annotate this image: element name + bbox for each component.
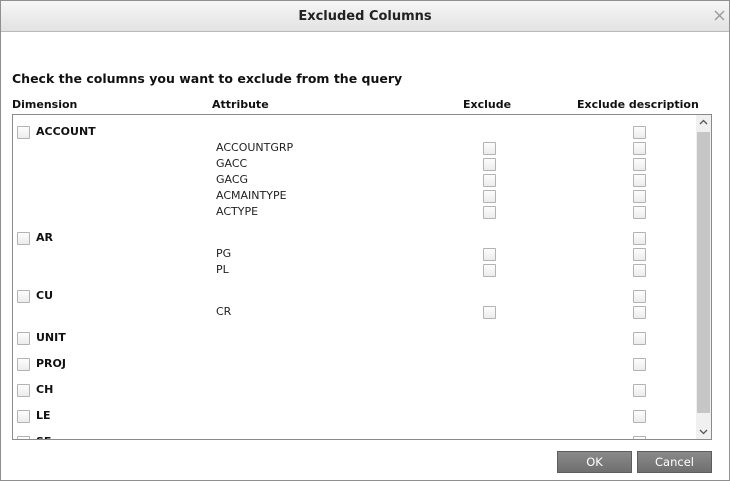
attribute-label: GACC [216,157,248,170]
dialog-titlebar: Excluded Columns [1,1,729,32]
dimension-checkbox[interactable] [17,436,30,439]
excluded-columns-dialog: Excluded Columns Check the columns you w… [0,0,730,481]
dimension-label: ACCOUNT [36,125,96,138]
exclude-checkbox[interactable] [483,190,496,203]
scroll-up-button[interactable] [696,115,711,130]
exclude-description-checkbox[interactable] [633,142,646,155]
dimension-checkbox[interactable] [17,290,30,303]
chevron-up-icon [699,119,708,125]
exclude-checkbox[interactable] [483,264,496,277]
dimension-label: AR [36,231,53,244]
exclude-description-checkbox[interactable] [633,190,646,203]
attribute-label: PG [216,247,232,260]
dimension-label: UNIT [36,331,66,344]
columns-list[interactable]: ACCOUNT ACCOUNTGRP GACC GACG ACMAINTYPE ACTYP… [12,114,712,440]
exclude-description-checkbox[interactable] [633,410,646,423]
dimension-checkbox[interactable] [17,410,30,423]
attribute-label: ACCOUNTGRP [216,141,294,154]
dimension-checkbox[interactable] [17,126,30,139]
attribute-label: PL [216,263,229,276]
cancel-button[interactable]: Cancel [637,451,712,473]
attribute-label: ACMAINTYPE [216,189,287,202]
exclude-description-checkbox[interactable] [633,332,646,345]
dimension-checkbox[interactable] [17,358,30,371]
dimension-label: SE [36,435,51,439]
dimension-checkbox[interactable] [17,384,30,397]
exclude-description-checkbox[interactable] [633,174,646,187]
exclude-checkbox[interactable] [483,248,496,261]
exclude-description-checkbox[interactable] [633,358,646,371]
dimension-checkbox[interactable] [17,332,30,345]
columns-list-rows: ACCOUNT ACCOUNTGRP GACC GACG ACMAINTYPE ACTYP… [13,115,696,439]
dimension-checkbox[interactable] [17,232,30,245]
exclude-description-checkbox[interactable] [633,126,646,139]
exclude-checkbox[interactable] [483,158,496,171]
exclude-description-checkbox[interactable] [633,384,646,397]
exclude-description-checkbox[interactable] [633,436,646,439]
scrollbar-thumb[interactable] [697,132,710,413]
dimension-label: PROJ [36,357,66,370]
dimension-label: LE [36,409,51,422]
attribute-label: ACTYPE [216,205,259,218]
dimension-label: CU [36,289,54,302]
header-attribute: Attribute [212,98,269,111]
exclude-description-checkbox[interactable] [633,248,646,261]
header-exclude-description: Exclude description [577,98,699,111]
instruction-text: Check the columns you want to exclude fr… [12,71,403,86]
scroll-down-button[interactable] [696,424,711,439]
exclude-description-checkbox[interactable] [633,232,646,245]
ok-button[interactable]: OK [557,451,632,473]
header-dimension: Dimension [12,98,78,111]
exclude-checkbox[interactable] [483,174,496,187]
attribute-label: CR [216,305,232,318]
close-icon[interactable] [714,10,725,21]
exclude-description-checkbox[interactable] [633,206,646,219]
vertical-scrollbar[interactable] [696,115,711,439]
exclude-checkbox[interactable] [483,142,496,155]
attribute-label: GACG [216,173,249,186]
exclude-description-checkbox[interactable] [633,290,646,303]
exclude-checkbox[interactable] [483,206,496,219]
exclude-description-checkbox[interactable] [633,264,646,277]
dialog-title: Excluded Columns [298,9,432,24]
exclude-checkbox[interactable] [483,306,496,319]
exclude-description-checkbox[interactable] [633,306,646,319]
dimension-label: CH [36,383,54,396]
chevron-down-icon [699,429,708,435]
header-exclude: Exclude [463,98,512,111]
exclude-description-checkbox[interactable] [633,158,646,171]
